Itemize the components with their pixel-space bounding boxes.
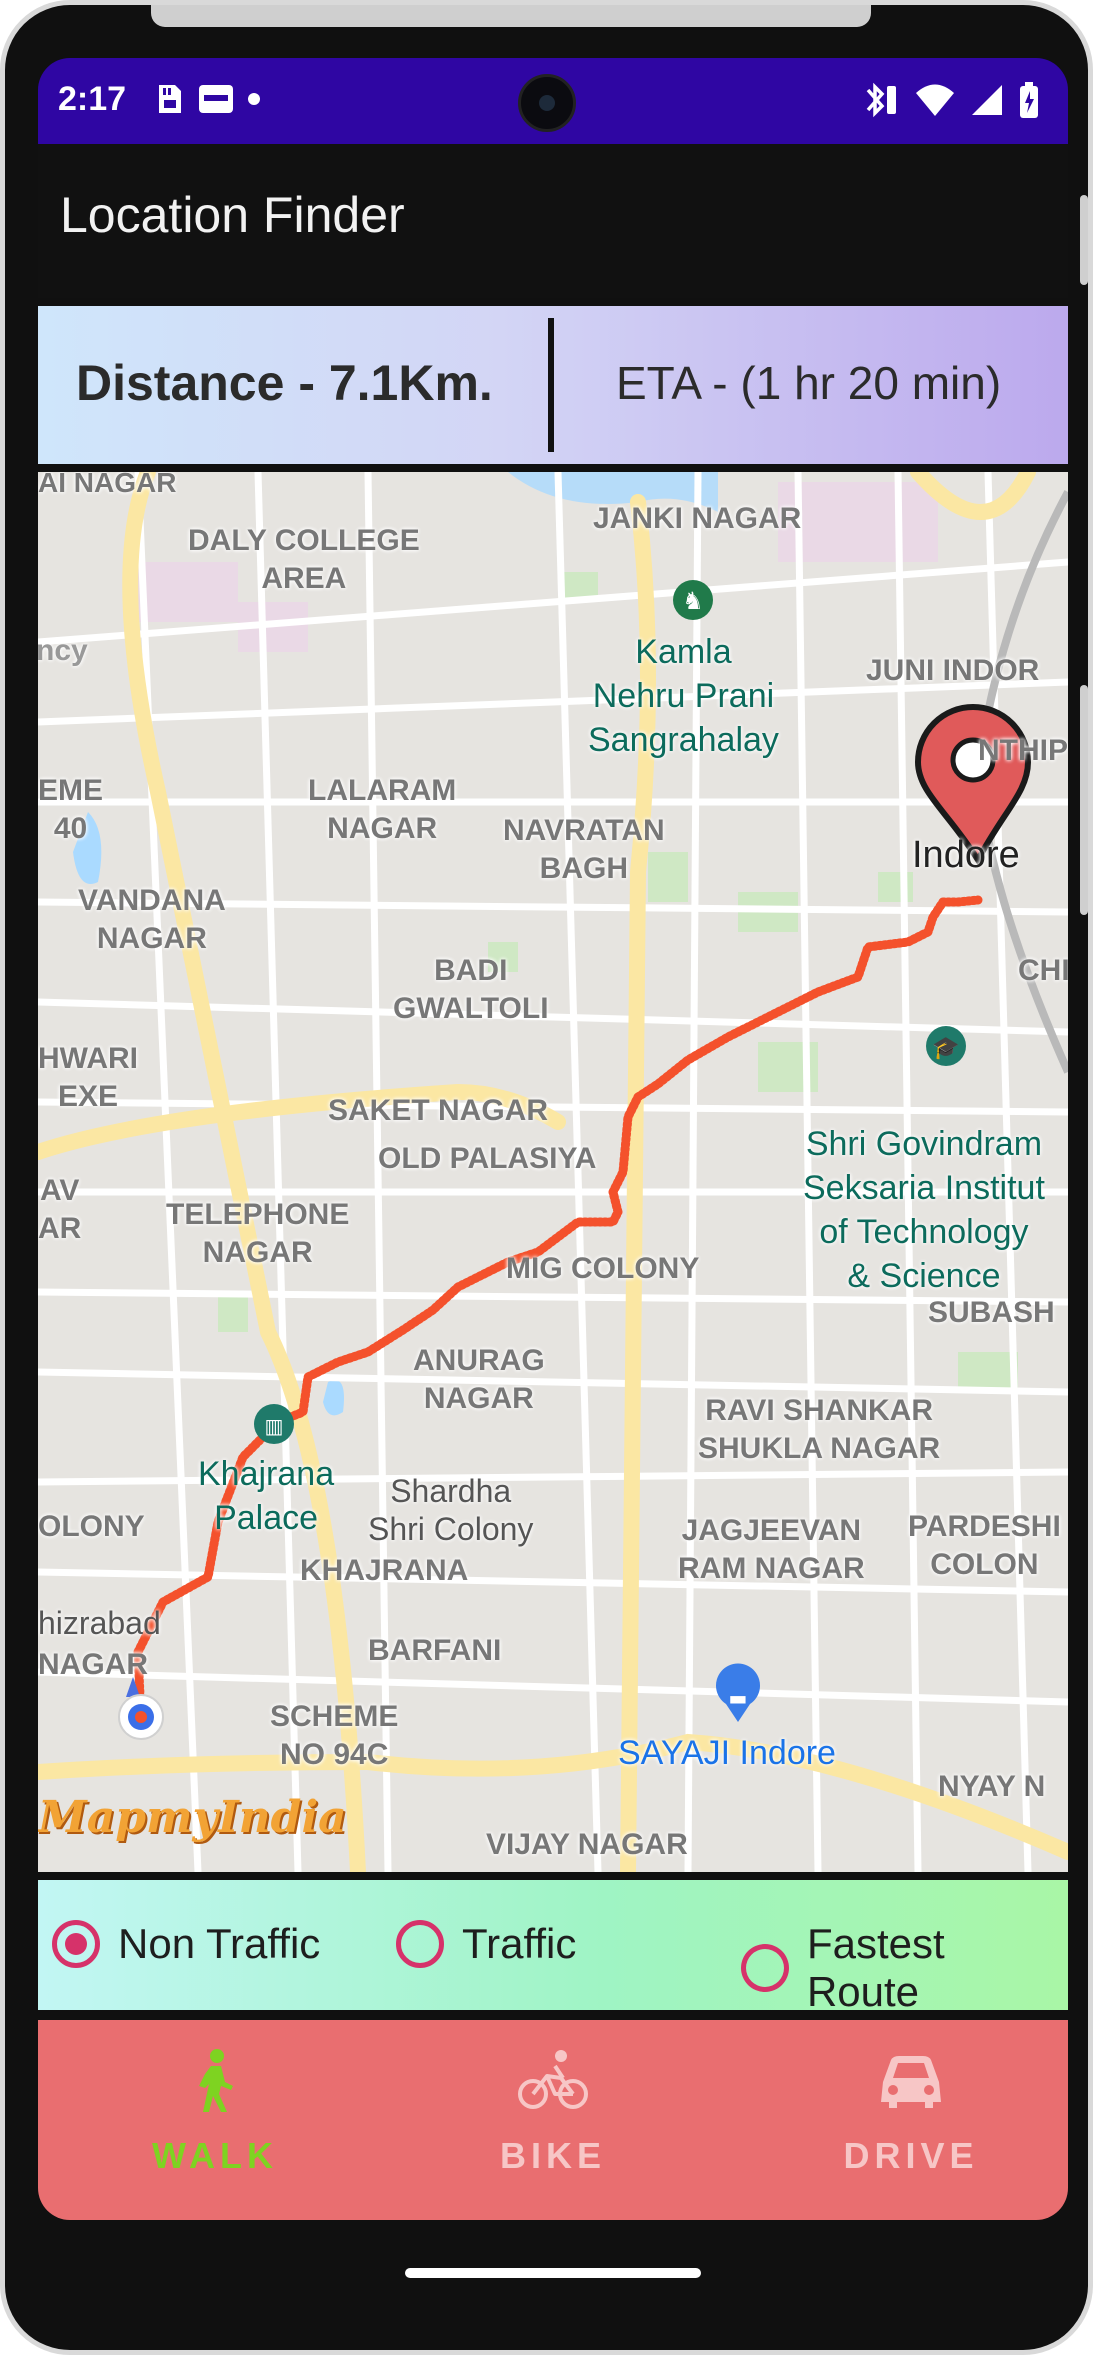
- signal-icon: [972, 85, 1002, 115]
- map-label: OLD PALASIYA: [378, 1142, 597, 1175]
- phone-side-button: [1080, 195, 1088, 285]
- hotel-icon: ▬: [716, 1663, 760, 1722]
- map-poi-label: Shri Govindram Seksaria Institut of Techno…: [803, 1125, 1045, 1295]
- map-label: SAKET NAGAR: [328, 1094, 549, 1127]
- radio-non-traffic[interactable]: Non Traffic: [52, 1920, 320, 1968]
- dot-icon: [248, 93, 260, 105]
- radio-label: Fastest Route: [806, 1920, 945, 2015]
- screen: 2:17 Location Finder Distance - 7.1Km. E…: [38, 58, 1068, 2220]
- map-label: SCHEME NO 94C: [270, 1700, 399, 1771]
- map-label: OLONY: [38, 1510, 145, 1543]
- radio-unchecked-icon[interactable]: [741, 1944, 789, 1992]
- map-label: NAGAR: [38, 1648, 148, 1681]
- map-label: JAGJEEVAN RAM NAGAR: [678, 1514, 865, 1585]
- map-label: JANKI NAGAR: [593, 502, 802, 535]
- status-time: 2:17: [58, 80, 127, 118]
- app-bar: Location Finder: [38, 144, 1068, 298]
- map-label: MIG COLONY: [506, 1252, 700, 1285]
- front-camera: [518, 74, 576, 132]
- map-label: AI NAGAR: [38, 472, 177, 498]
- map-label: NAVRATAN BAGH: [503, 814, 665, 885]
- radio-checked-icon[interactable]: [52, 1920, 100, 1968]
- palace-icon: ▥: [254, 1404, 294, 1444]
- battery-icon: [1020, 82, 1038, 118]
- map-view[interactable]: ♞ 🎓 ▥ ▬ AI NAGAR JANKI NAGAR DALY COLLEG…: [38, 472, 1068, 1872]
- app-title: Location Finder: [60, 187, 405, 243]
- svg-text:▥: ▥: [265, 1414, 284, 1438]
- map-label: ncy: [38, 634, 88, 667]
- map-label: NYAY N: [938, 1770, 1046, 1803]
- map-label: EME 40: [38, 774, 104, 845]
- phone-top-edge: [151, 5, 871, 27]
- walk-icon: [199, 2049, 233, 2112]
- paytm-icon: [199, 85, 233, 113]
- nav-bike-label: BIKE: [499, 2135, 606, 2176]
- route-options: Non Traffic Traffic Fastest Route: [38, 1880, 1068, 2015]
- map-label: LALARAM NAGAR: [308, 774, 457, 845]
- map-label: JUNI INDOR: [866, 654, 1040, 687]
- bluetooth-battery-icon: [866, 82, 896, 118]
- status-left-icons: [151, 82, 261, 116]
- wifi-icon: [916, 84, 954, 116]
- map-label: RAVI SHANKAR SHUKLA NAGAR: [698, 1394, 941, 1465]
- map-label: CHI: [1018, 954, 1068, 987]
- nav-walk[interactable]: WALK: [115, 2048, 315, 2177]
- radio-fastest-route[interactable]: Fastest Route: [741, 1920, 1068, 2016]
- distance-eta-panel: Distance - 7.1Km. ETA - (1 hr 20 min): [38, 306, 1068, 464]
- info-divider: [548, 318, 554, 452]
- map-label: KHAJRANA: [300, 1554, 469, 1587]
- nav-walk-label: WALK: [152, 2135, 278, 2176]
- gesture-area: [38, 2220, 1068, 2340]
- map-label: VANDANA NAGAR: [78, 884, 226, 955]
- phone-volume-button: [1080, 685, 1088, 915]
- map-label: TELEPHONE NAGAR: [166, 1198, 350, 1269]
- map-label: hizrabad: [38, 1605, 161, 1641]
- bike-icon: [518, 2050, 588, 2109]
- radio-traffic[interactable]: Traffic: [396, 1920, 576, 1968]
- nav-drive[interactable]: DRIVE: [811, 2048, 1011, 2177]
- sd-card-icon: [159, 85, 181, 113]
- bottom-navigation: WALK BIKE DRIVE: [38, 2020, 1068, 2220]
- svg-text:▬: ▬: [729, 1686, 748, 1710]
- map-label-city: Indore: [912, 834, 1020, 876]
- distance-text: Distance - 7.1Km.: [76, 355, 493, 411]
- map-label: SUBASH: [928, 1296, 1055, 1329]
- map-label: Shardha Shri Colony: [368, 1473, 534, 1547]
- map-poi-label: Kamla Nehru Prani Sangrahalay: [588, 633, 779, 759]
- school-icon: 🎓: [926, 1026, 966, 1066]
- home-gesture-bar[interactable]: [405, 2268, 701, 2278]
- map-poi-label: SAYAJI Indore: [618, 1734, 836, 1772]
- mapmyindia-watermark: MapmyIndia: [38, 1792, 347, 1843]
- eta-text: ETA - (1 hr 20 min): [616, 357, 1002, 409]
- nav-drive-label: DRIVE: [843, 2135, 979, 2176]
- radio-label: Traffic: [462, 1920, 577, 1967]
- svg-text:♞: ♞: [682, 587, 704, 615]
- radio-unchecked-icon[interactable]: [396, 1920, 444, 1968]
- map-label: DALY COLLEGE AREA: [188, 524, 420, 595]
- map-label: ANURAG NAGAR: [413, 1344, 545, 1415]
- map-label: HWARI EXE: [38, 1042, 138, 1113]
- status-bar: 2:17: [38, 58, 1068, 144]
- map-label: VIJAY NAGAR: [486, 1828, 688, 1861]
- map-label: AV AR: [38, 1174, 82, 1245]
- map-label: PARDESHI COLON: [908, 1510, 1061, 1581]
- status-right-icons: [860, 80, 1040, 120]
- map-poi-label: Khajrana Palace: [198, 1455, 335, 1537]
- svg-text:🎓: 🎓: [932, 1036, 959, 1061]
- nav-bike[interactable]: BIKE: [453, 2048, 653, 2177]
- radio-label: Non Traffic: [118, 1920, 321, 1967]
- map-label: NTHIP: [978, 734, 1068, 767]
- map-label: BARFANI: [368, 1634, 502, 1667]
- map-label: BADI GWALTOLI: [393, 954, 549, 1025]
- zoo-icon: ♞: [673, 580, 713, 620]
- car-icon: [881, 2056, 941, 2108]
- phone-frame: 2:17 Location Finder Distance - 7.1Km. E…: [0, 0, 1093, 2355]
